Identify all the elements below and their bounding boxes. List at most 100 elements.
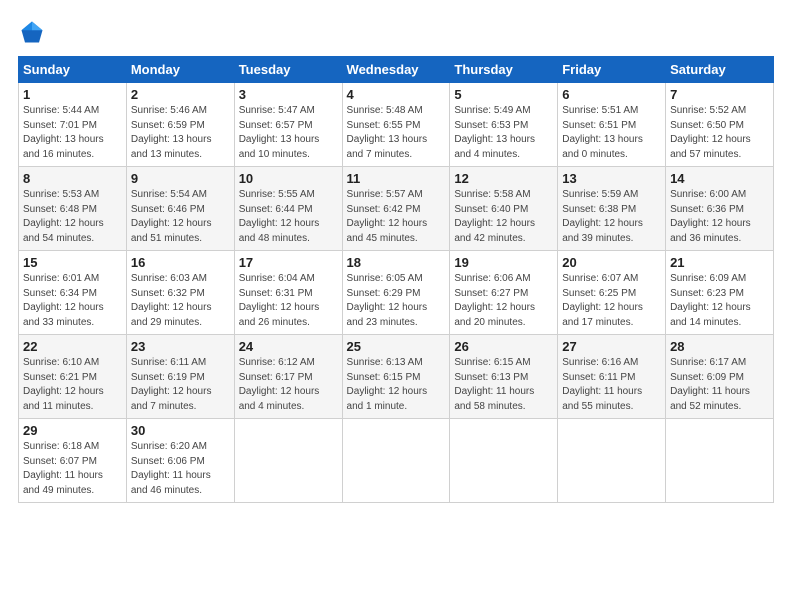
- day-detail: Sunrise: 6:18 AM Sunset: 6:07 PM Dayligh…: [23, 440, 122, 498]
- day-number: 29: [23, 423, 122, 438]
- calendar-cell: 12 Sunrise: 5:58 AM Sunset: 6:40 PM Dayli…: [450, 167, 558, 251]
- calendar-cell: 7 Sunrise: 5:52 AM Sunset: 6:50 PM Daylig…: [666, 83, 774, 167]
- day-detail: Sunrise: 6:07 AM Sunset: 6:25 PM Dayligh…: [562, 272, 661, 330]
- day-number: 7: [670, 87, 769, 102]
- day-number: 9: [131, 171, 230, 186]
- day-detail: Sunrise: 6:15 AM Sunset: 6:13 PM Dayligh…: [454, 356, 553, 414]
- day-number: 21: [670, 255, 769, 270]
- weekday-header: Tuesday: [234, 57, 342, 83]
- day-number: 28: [670, 339, 769, 354]
- day-detail: Sunrise: 6:13 AM Sunset: 6:15 PM Dayligh…: [347, 356, 446, 414]
- day-number: 12: [454, 171, 553, 186]
- calendar-week-row: 22 Sunrise: 6:10 AM Sunset: 6:21 PM Dayli…: [19, 335, 774, 419]
- day-number: 11: [347, 171, 446, 186]
- calendar-cell: 14Sunrise: 6:00 AM Sunset: 6:36 PM Dayli…: [666, 167, 774, 251]
- calendar-cell: 19 Sunrise: 6:06 AM Sunset: 6:27 PM Dayli…: [450, 251, 558, 335]
- page: SundayMondayTuesdayWednesdayThursdayFrid…: [0, 0, 792, 612]
- day-detail: Sunrise: 6:05 AM Sunset: 6:29 PM Dayligh…: [347, 272, 446, 330]
- calendar-cell: 2 Sunrise: 5:46 AM Sunset: 6:59 PM Daylig…: [126, 83, 234, 167]
- calendar-cell: 22 Sunrise: 6:10 AM Sunset: 6:21 PM Dayli…: [19, 335, 127, 419]
- calendar-cell: 23 Sunrise: 6:11 AM Sunset: 6:19 PM Dayli…: [126, 335, 234, 419]
- weekday-header: Friday: [558, 57, 666, 83]
- calendar-cell: [558, 419, 666, 503]
- calendar-cell: 10 Sunrise: 5:55 AM Sunset: 6:44 PM Dayli…: [234, 167, 342, 251]
- day-number: 16: [131, 255, 230, 270]
- day-detail: Sunrise: 6:09 AM Sunset: 6:23 PM Dayligh…: [670, 272, 769, 330]
- day-number: 15: [23, 255, 122, 270]
- calendar-cell: 5Sunrise: 5:49 AM Sunset: 6:53 PM Daylig…: [450, 83, 558, 167]
- day-number: 25: [347, 339, 446, 354]
- calendar-cell: [234, 419, 342, 503]
- day-number: 23: [131, 339, 230, 354]
- calendar-cell: 16Sunrise: 6:03 AM Sunset: 6:32 PM Dayli…: [126, 251, 234, 335]
- day-detail: Sunrise: 5:51 AM Sunset: 6:51 PM Dayligh…: [562, 104, 661, 162]
- day-detail: Sunrise: 5:53 AM Sunset: 6:48 PM Dayligh…: [23, 188, 122, 246]
- calendar-cell: [666, 419, 774, 503]
- calendar-cell: 20 Sunrise: 6:07 AM Sunset: 6:25 PM Dayli…: [558, 251, 666, 335]
- calendar-cell: 15 Sunrise: 6:01 AM Sunset: 6:34 PM Dayli…: [19, 251, 127, 335]
- day-number: 17: [239, 255, 338, 270]
- weekday-header: Wednesday: [342, 57, 450, 83]
- weekday-header: Sunday: [19, 57, 127, 83]
- day-detail: Sunrise: 5:52 AM Sunset: 6:50 PM Dayligh…: [670, 104, 769, 162]
- day-detail: Sunrise: 5:48 AM Sunset: 6:55 PM Dayligh…: [347, 104, 446, 162]
- calendar-cell: 30 Sunrise: 6:20 AM Sunset: 6:06 PM Dayli…: [126, 419, 234, 503]
- day-detail: Sunrise: 5:46 AM Sunset: 6:59 PM Dayligh…: [131, 104, 230, 162]
- day-number: 10: [239, 171, 338, 186]
- day-number: 3: [239, 87, 338, 102]
- day-number: 26: [454, 339, 553, 354]
- day-number: 18: [347, 255, 446, 270]
- calendar-cell: 3 Sunrise: 5:47 AM Sunset: 6:57 PM Daylig…: [234, 83, 342, 167]
- day-detail: Sunrise: 5:54 AM Sunset: 6:46 PM Dayligh…: [131, 188, 230, 246]
- calendar-cell: 29 Sunrise: 6:18 AM Sunset: 6:07 PM Dayli…: [19, 419, 127, 503]
- day-number: 8: [23, 171, 122, 186]
- day-number: 2: [131, 87, 230, 102]
- logo-icon: [18, 18, 46, 46]
- calendar-cell: 8 Sunrise: 5:53 AM Sunset: 6:48 PM Daylig…: [19, 167, 127, 251]
- weekday-header: Saturday: [666, 57, 774, 83]
- calendar-cell: [450, 419, 558, 503]
- calendar-cell: 26 Sunrise: 6:15 AM Sunset: 6:13 PM Dayli…: [450, 335, 558, 419]
- calendar-cell: 21 Sunrise: 6:09 AM Sunset: 6:23 PM Dayli…: [666, 251, 774, 335]
- day-detail: Sunrise: 6:20 AM Sunset: 6:06 PM Dayligh…: [131, 440, 230, 498]
- logo: [18, 18, 50, 46]
- day-number: 14: [670, 171, 769, 186]
- day-number: 24: [239, 339, 338, 354]
- day-detail: Sunrise: 5:47 AM Sunset: 6:57 PM Dayligh…: [239, 104, 338, 162]
- calendar-header: SundayMondayTuesdayWednesdayThursdayFrid…: [19, 57, 774, 83]
- day-number: 30: [131, 423, 230, 438]
- day-detail: Sunrise: 5:57 AM Sunset: 6:42 PM Dayligh…: [347, 188, 446, 246]
- day-number: 1: [23, 87, 122, 102]
- calendar-week-row: 8 Sunrise: 5:53 AM Sunset: 6:48 PM Daylig…: [19, 167, 774, 251]
- calendar-cell: 24 Sunrise: 6:12 AM Sunset: 6:17 PM Dayli…: [234, 335, 342, 419]
- day-detail: Sunrise: 5:49 AM Sunset: 6:53 PM Dayligh…: [454, 104, 553, 162]
- calendar-week-row: 1Sunrise: 5:44 AM Sunset: 7:01 PM Daylig…: [19, 83, 774, 167]
- calendar-cell: 13Sunrise: 5:59 AM Sunset: 6:38 PM Dayli…: [558, 167, 666, 251]
- calendar-cell: 25 Sunrise: 6:13 AM Sunset: 6:15 PM Dayli…: [342, 335, 450, 419]
- day-detail: Sunrise: 5:59 AM Sunset: 6:38 PM Dayligh…: [562, 188, 661, 246]
- day-number: 22: [23, 339, 122, 354]
- day-detail: Sunrise: 6:10 AM Sunset: 6:21 PM Dayligh…: [23, 356, 122, 414]
- weekday-header: Monday: [126, 57, 234, 83]
- day-number: 20: [562, 255, 661, 270]
- calendar-cell: 1Sunrise: 5:44 AM Sunset: 7:01 PM Daylig…: [19, 83, 127, 167]
- calendar-week-row: 15 Sunrise: 6:01 AM Sunset: 6:34 PM Dayli…: [19, 251, 774, 335]
- calendar-cell: 18 Sunrise: 6:05 AM Sunset: 6:29 PM Dayli…: [342, 251, 450, 335]
- calendar-cell: [342, 419, 450, 503]
- calendar-table: SundayMondayTuesdayWednesdayThursdayFrid…: [18, 56, 774, 503]
- calendar-cell: 9 Sunrise: 5:54 AM Sunset: 6:46 PM Daylig…: [126, 167, 234, 251]
- day-detail: Sunrise: 6:12 AM Sunset: 6:17 PM Dayligh…: [239, 356, 338, 414]
- day-number: 19: [454, 255, 553, 270]
- day-detail: Sunrise: 6:06 AM Sunset: 6:27 PM Dayligh…: [454, 272, 553, 330]
- header: [18, 18, 774, 46]
- day-detail: Sunrise: 5:58 AM Sunset: 6:40 PM Dayligh…: [454, 188, 553, 246]
- calendar-cell: 4 Sunrise: 5:48 AM Sunset: 6:55 PM Daylig…: [342, 83, 450, 167]
- day-detail: Sunrise: 6:11 AM Sunset: 6:19 PM Dayligh…: [131, 356, 230, 414]
- calendar-cell: 11 Sunrise: 5:57 AM Sunset: 6:42 PM Dayli…: [342, 167, 450, 251]
- day-detail: Sunrise: 6:16 AM Sunset: 6:11 PM Dayligh…: [562, 356, 661, 414]
- day-detail: Sunrise: 5:55 AM Sunset: 6:44 PM Dayligh…: [239, 188, 338, 246]
- calendar-cell: 6Sunrise: 5:51 AM Sunset: 6:51 PM Daylig…: [558, 83, 666, 167]
- day-number: 4: [347, 87, 446, 102]
- day-detail: Sunrise: 6:01 AM Sunset: 6:34 PM Dayligh…: [23, 272, 122, 330]
- weekday-header: Thursday: [450, 57, 558, 83]
